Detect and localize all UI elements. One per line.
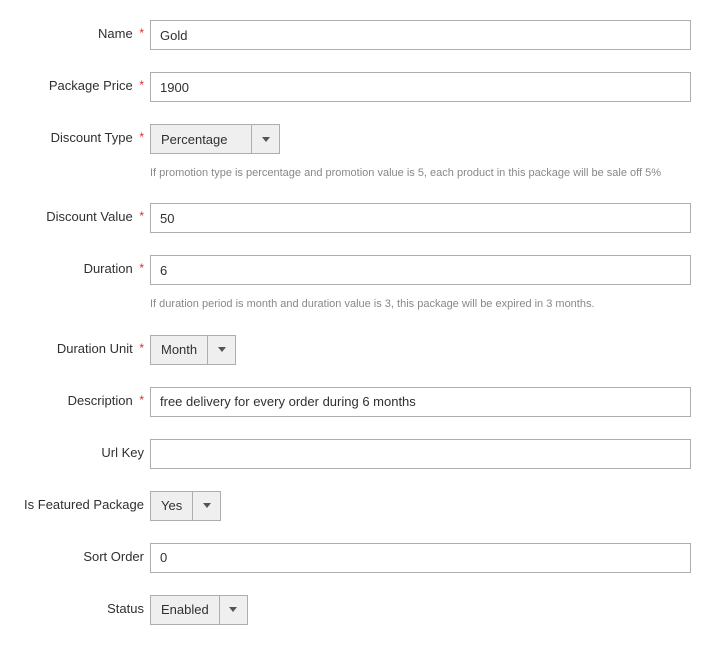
label-text-duration-unit: Duration Unit: [57, 341, 133, 356]
label-package-price: Package Price *: [0, 72, 150, 93]
label-text-is-featured: Is Featured Package: [24, 497, 144, 512]
package-price-input[interactable]: [150, 72, 691, 102]
description-input[interactable]: [150, 387, 691, 417]
label-text-discount-type: Discount Type: [51, 130, 133, 145]
required-marker: *: [139, 78, 144, 92]
chevron-down-icon: [218, 347, 226, 352]
label-duration: Duration *: [0, 255, 150, 276]
discount-type-hint: If promotion type is percentage and prom…: [150, 162, 691, 181]
label-text-url-key: Url Key: [101, 445, 144, 460]
is-featured-value: Yes: [151, 492, 192, 520]
label-url-key: Url Key: [0, 439, 150, 460]
hint-row-duration: If duration period is month and duration…: [0, 293, 711, 312]
required-marker: *: [139, 261, 144, 275]
sort-order-input[interactable]: [150, 543, 691, 573]
row-status: Status Enabled: [0, 595, 711, 625]
required-marker: *: [139, 209, 144, 223]
hint-row-discount-type: If promotion type is percentage and prom…: [0, 162, 711, 181]
required-marker: *: [139, 393, 144, 407]
package-form: Name * Package Price * Discount Type * P…: [0, 20, 711, 625]
label-name: Name *: [0, 20, 150, 41]
label-text-duration: Duration: [84, 261, 133, 276]
row-discount-type: Discount Type * Percentage: [0, 124, 711, 154]
is-featured-dropdown-button[interactable]: [192, 492, 220, 520]
label-duration-unit: Duration Unit *: [0, 335, 150, 356]
chevron-down-icon: [203, 503, 211, 508]
required-marker: *: [139, 341, 144, 355]
discount-value-input[interactable]: [150, 203, 691, 233]
status-value: Enabled: [151, 596, 219, 624]
label-discount-value: Discount Value *: [0, 203, 150, 224]
row-discount-value: Discount Value *: [0, 203, 711, 233]
duration-input[interactable]: [150, 255, 691, 285]
required-marker: *: [139, 26, 144, 40]
required-marker: *: [139, 130, 144, 144]
row-duration-unit: Duration Unit * Month: [0, 335, 711, 365]
row-duration: Duration *: [0, 255, 711, 285]
row-name: Name *: [0, 20, 711, 50]
duration-unit-value: Month: [151, 336, 207, 364]
url-key-input[interactable]: [150, 439, 691, 469]
status-dropdown-button[interactable]: [219, 596, 247, 624]
label-text-description: Description: [68, 393, 133, 408]
label-text-sort-order: Sort Order: [83, 549, 144, 564]
duration-unit-dropdown-button[interactable]: [207, 336, 235, 364]
name-input[interactable]: [150, 20, 691, 50]
label-is-featured: Is Featured Package: [0, 491, 150, 512]
label-text-package-price: Package Price: [49, 78, 133, 93]
discount-type-select[interactable]: Percentage: [150, 124, 280, 154]
label-text-name: Name: [98, 26, 133, 41]
label-text-status: Status: [107, 601, 144, 616]
chevron-down-icon: [262, 137, 270, 142]
row-description: Description *: [0, 387, 711, 417]
row-is-featured: Is Featured Package Yes: [0, 491, 711, 521]
discount-type-value: Percentage: [151, 125, 251, 153]
duration-unit-select[interactable]: Month: [150, 335, 236, 365]
is-featured-select[interactable]: Yes: [150, 491, 221, 521]
row-package-price: Package Price *: [0, 72, 711, 102]
discount-type-dropdown-button[interactable]: [251, 125, 279, 153]
label-status: Status: [0, 595, 150, 616]
duration-hint: If duration period is month and duration…: [150, 293, 691, 312]
label-sort-order: Sort Order: [0, 543, 150, 564]
chevron-down-icon: [229, 607, 237, 612]
label-description: Description *: [0, 387, 150, 408]
label-discount-type: Discount Type *: [0, 124, 150, 145]
status-select[interactable]: Enabled: [150, 595, 248, 625]
label-text-discount-value: Discount Value: [46, 209, 132, 224]
row-url-key: Url Key: [0, 439, 711, 469]
row-sort-order: Sort Order: [0, 543, 711, 573]
